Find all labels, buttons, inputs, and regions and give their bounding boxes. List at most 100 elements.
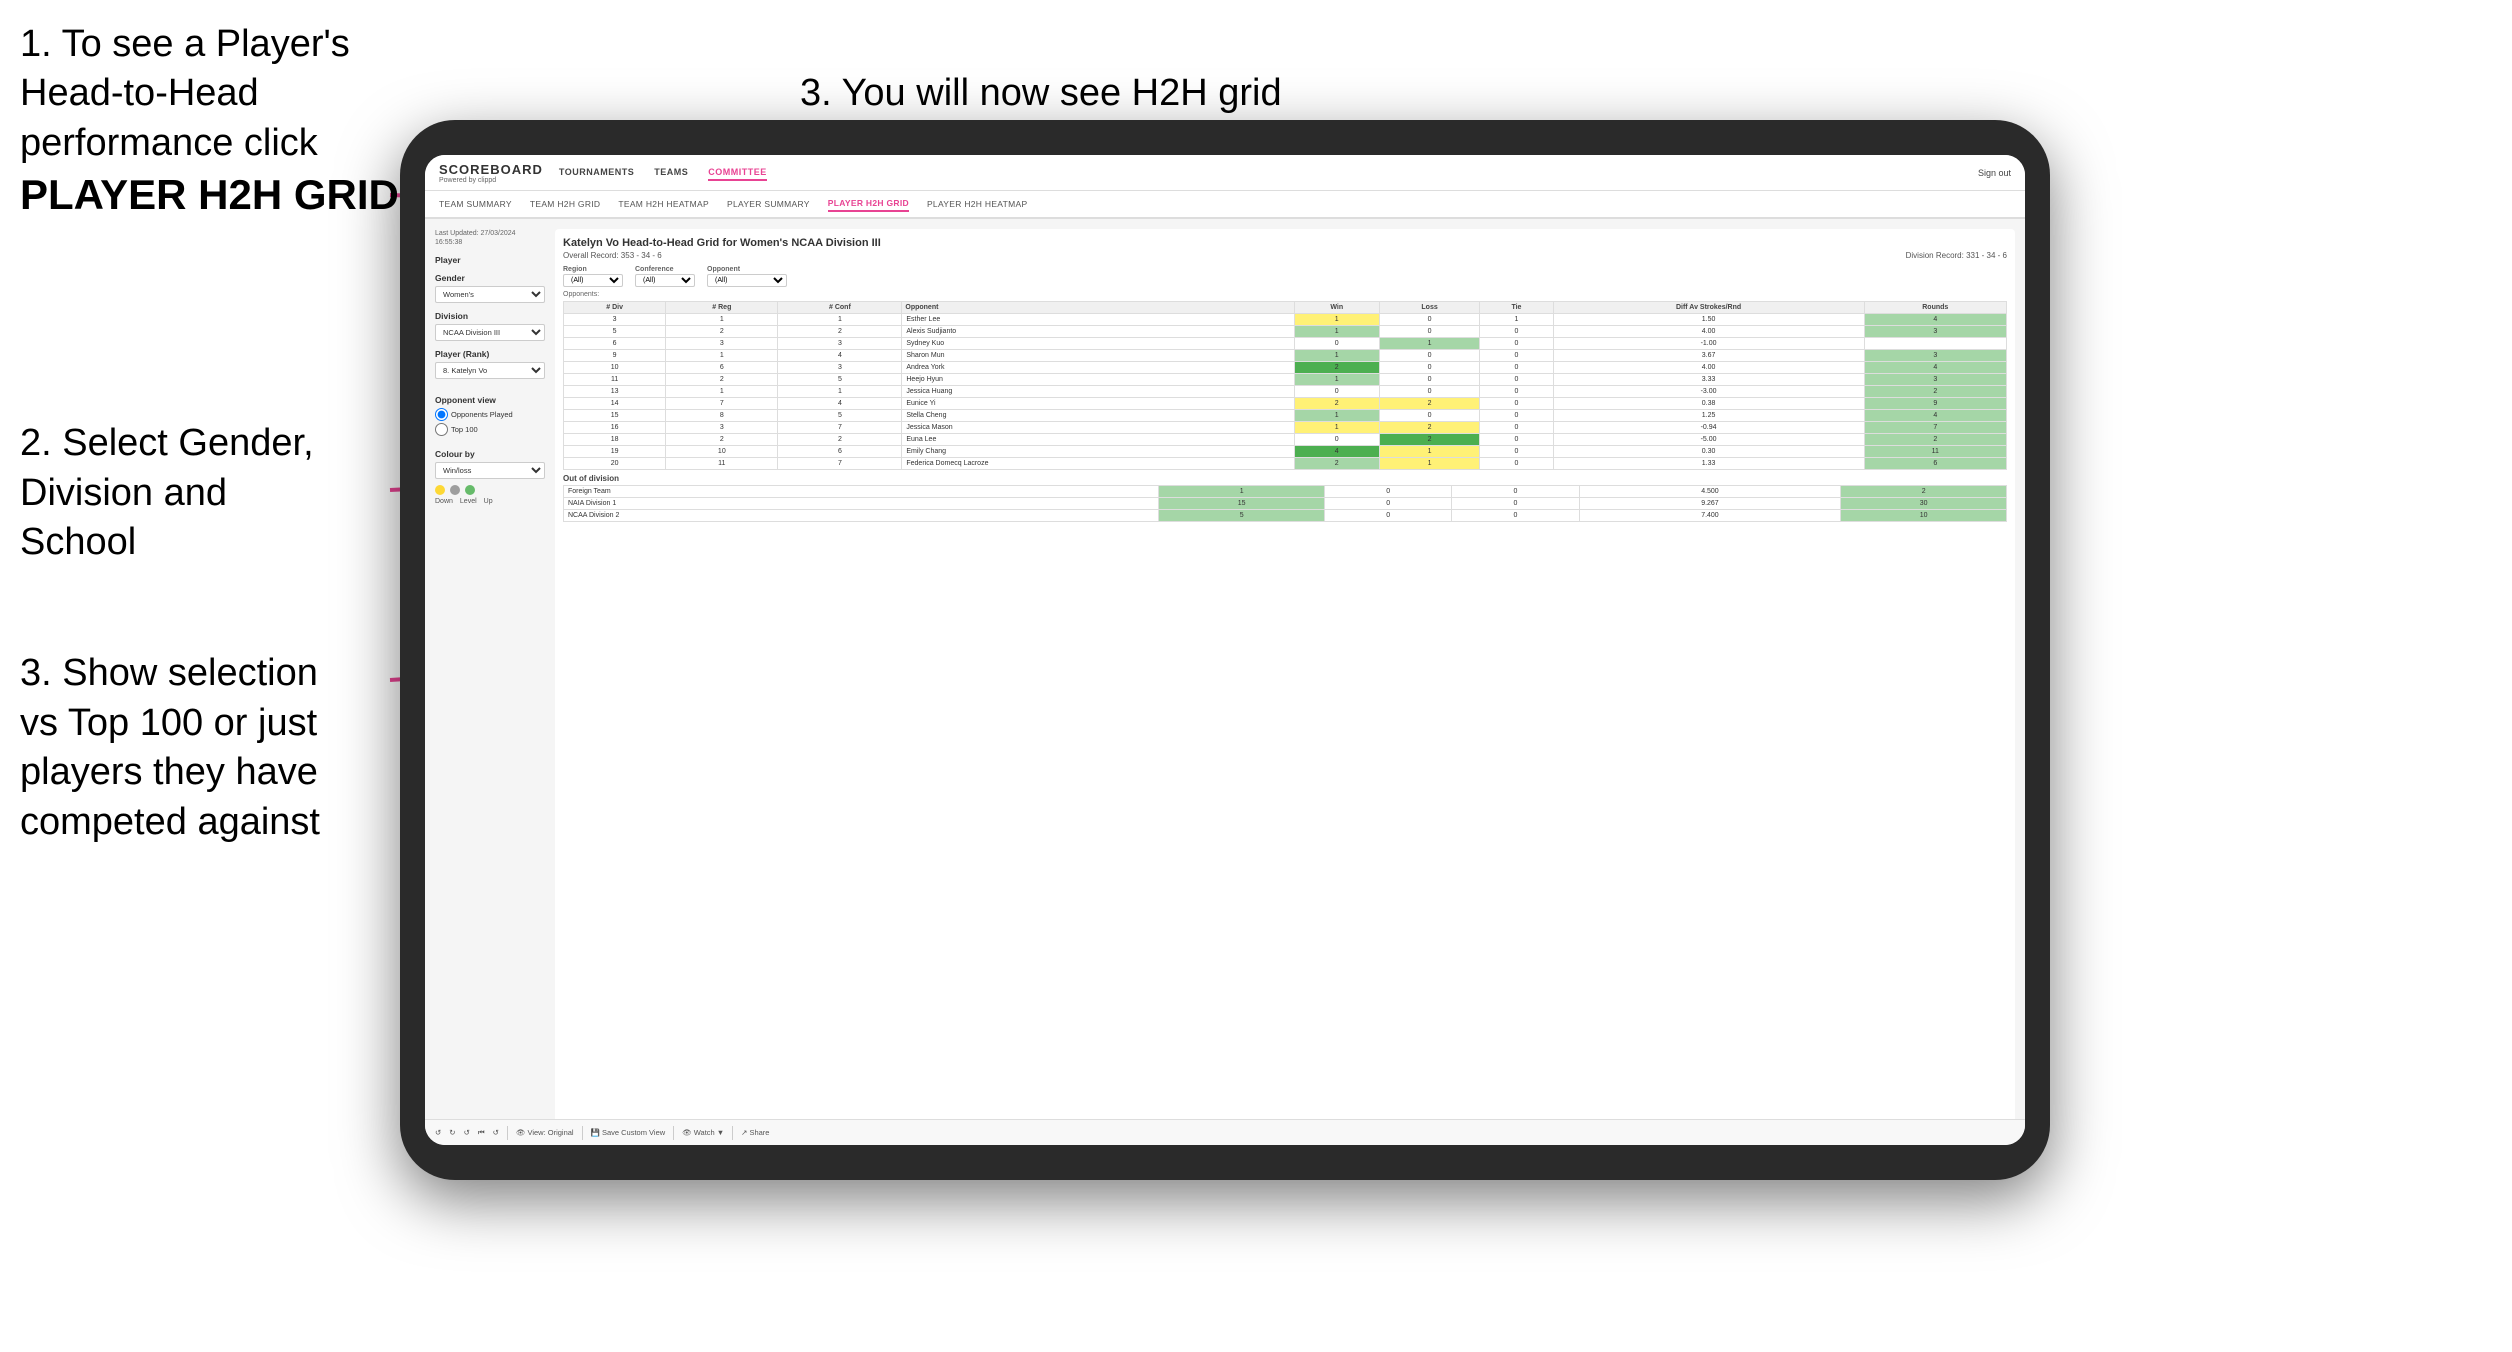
sub-nav-player-h2h-heatmap[interactable]: PLAYER H2H HEATMAP	[927, 197, 1028, 211]
table-cell: 6	[1864, 458, 2006, 470]
table-cell: 4	[778, 350, 902, 362]
table-cell: 2	[1294, 362, 1379, 374]
filter-opponent-select[interactable]: (All)	[707, 274, 787, 287]
radio-opponents-played-input[interactable]	[435, 408, 448, 421]
colour-label-up: Up	[484, 498, 493, 505]
table-cell: 1	[1294, 422, 1379, 434]
table-row: 20117Federica Domecq Lacroze2101.336	[564, 458, 2007, 470]
table-cell: 4	[1864, 410, 2006, 422]
table-cell: 6	[564, 338, 666, 350]
colour-dot-up	[465, 485, 475, 495]
table-cell: 3	[778, 362, 902, 374]
table-cell: 0	[1379, 314, 1480, 326]
table-cell: 3	[666, 338, 778, 350]
filter-region-select[interactable]: (All)	[563, 274, 623, 287]
sidebar-division-select[interactable]: NCAA Division III	[435, 324, 545, 341]
content-area: Katelyn Vo Head-to-Head Grid for Women's…	[555, 229, 2015, 1135]
data-table: # Div # Reg # Conf Opponent Win Loss Tie…	[563, 301, 2007, 470]
table-cell: 16	[564, 422, 666, 434]
table-cell: 3	[1864, 326, 2006, 338]
table-cell: 10	[564, 362, 666, 374]
table-cell: 0.30	[1553, 446, 1864, 458]
table-cell: Esther Lee	[902, 314, 1294, 326]
sidebar-colour-section: Colour by Win/loss Down Level Up	[435, 449, 545, 505]
table-cell: 1.50	[1553, 314, 1864, 326]
sub-nav-team-h2h-grid[interactable]: TEAM H2H GRID	[530, 197, 601, 211]
table-cell: 3	[778, 338, 902, 350]
colour-dot-level	[450, 485, 460, 495]
table-row: 311Esther Lee1011.504	[564, 314, 2007, 326]
table-cell: Foreign Team	[564, 486, 1159, 498]
table-cell: 2	[778, 434, 902, 446]
table-cell: 0	[1480, 446, 1553, 458]
sidebar-player-label: Player	[435, 255, 545, 265]
table-cell: 1	[1294, 410, 1379, 422]
table-cell: 0	[1480, 422, 1553, 434]
table-cell: 9	[1864, 398, 2006, 410]
table-cell: 10	[1841, 510, 2007, 522]
toolbar-save-custom[interactable]: 💾 Save Custom View	[591, 1128, 666, 1137]
toolbar-redo-1[interactable]: ↻	[449, 1128, 455, 1137]
table-cell: 2	[1841, 486, 2007, 498]
table-cell: 7.400	[1579, 510, 1841, 522]
filter-group-conference: Conference (All)	[635, 266, 695, 287]
sub-nav-player-summary[interactable]: PLAYER SUMMARY	[727, 197, 810, 211]
radio-top-100-input[interactable]	[435, 423, 448, 436]
sidebar-colour-select[interactable]: Win/loss	[435, 462, 545, 479]
sidebar-opponent-view-label: Opponent view	[435, 395, 545, 405]
out-of-division-row: NAIA Division 115009.26730	[564, 498, 2007, 510]
nav-teams[interactable]: TEAMS	[654, 165, 688, 181]
table-cell: 1	[1294, 314, 1379, 326]
toolbar-sep-1	[507, 1126, 508, 1140]
table-cell: Euna Lee	[902, 434, 1294, 446]
table-cell: -0.94	[1553, 422, 1864, 434]
table-cell: Sydney Kuo	[902, 338, 1294, 350]
table-row: 1822Euna Lee020-5.002	[564, 434, 2007, 446]
toolbar-undo[interactable]: ↺	[435, 1128, 441, 1137]
table-cell: 0	[1480, 374, 1553, 386]
sidebar-gender-select[interactable]: Women's	[435, 286, 545, 303]
table-row: 1063Andrea York2004.004	[564, 362, 2007, 374]
toolbar-watch[interactable]: 👁 Watch ▼	[682, 1128, 724, 1137]
sidebar-player-rank-select[interactable]: 8. Katelyn Vo	[435, 362, 545, 379]
sidebar-radio-opponents-played[interactable]: Opponents Played	[435, 408, 545, 421]
table-cell: 0	[1480, 326, 1553, 338]
content-title: Katelyn Vo Head-to-Head Grid for Women's…	[563, 237, 2007, 249]
tablet-frame: SCOREBOARD Powered by clippd TOURNAMENTS…	[400, 120, 2050, 1180]
nav-committee[interactable]: COMMITTEE	[708, 165, 767, 181]
sub-nav-team-h2h-heatmap[interactable]: TEAM H2H HEATMAP	[618, 197, 709, 211]
table-cell: 3.33	[1553, 374, 1864, 386]
table-cell	[1864, 338, 2006, 350]
toolbar-view-original[interactable]: 👁 View: Original	[516, 1128, 574, 1137]
toolbar-step-back[interactable]: ⏮	[478, 1128, 485, 1138]
table-cell: 1	[1379, 458, 1480, 470]
table-row: 522Alexis Sudjianto1004.003	[564, 326, 2007, 338]
sub-nav-player-h2h-grid[interactable]: PLAYER H2H GRID	[828, 196, 909, 212]
table-cell: 13	[564, 386, 666, 398]
sub-nav: TEAM SUMMARY TEAM H2H GRID TEAM H2H HEAT…	[425, 191, 2025, 219]
table-cell: 10	[666, 446, 778, 458]
toolbar-undo-2[interactable]: ↺	[464, 1128, 470, 1137]
sidebar-colour-label: Colour by	[435, 449, 545, 459]
instruction-3-left: 3. Show selection vs Top 100 or just pla…	[20, 600, 320, 847]
sub-nav-team-summary[interactable]: TEAM SUMMARY	[439, 197, 512, 211]
nav-tournaments[interactable]: TOURNAMENTS	[559, 165, 634, 181]
filter-conference-select[interactable]: (All)	[635, 274, 695, 287]
table-cell: 1	[666, 314, 778, 326]
th-diff: Diff Av Strokes/Rnd	[1553, 302, 1864, 314]
toolbar-share[interactable]: ↗ Share	[741, 1128, 769, 1137]
table-cell: 0	[1325, 498, 1452, 510]
table-cell: 15	[1159, 498, 1325, 510]
table-cell: NCAA Division 2	[564, 510, 1159, 522]
table-cell: 19	[564, 446, 666, 458]
table-cell: 2	[1294, 398, 1379, 410]
table-cell: 9	[564, 350, 666, 362]
th-loss: Loss	[1379, 302, 1480, 314]
sign-out-link[interactable]: Sign out	[1978, 168, 2011, 178]
table-cell: 5	[1159, 510, 1325, 522]
sidebar-radio-top-100[interactable]: Top 100	[435, 423, 545, 436]
toolbar-refresh[interactable]: ↺	[493, 1128, 499, 1137]
table-cell: 1.25	[1553, 410, 1864, 422]
app-container: SCOREBOARD Powered by clippd TOURNAMENTS…	[425, 155, 2025, 1145]
th-conf: # Conf	[778, 302, 902, 314]
